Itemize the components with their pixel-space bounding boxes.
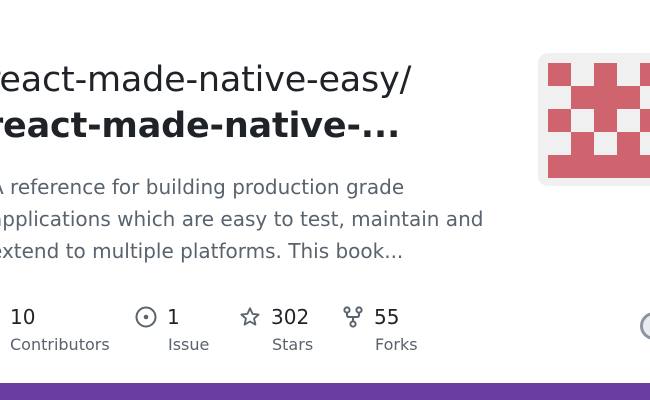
issues-count: 1 [167, 305, 180, 329]
repo-description-line: applications which are easy to test, mai… [0, 207, 484, 231]
forks-label: Forks [375, 335, 418, 354]
repo-owner[interactable]: react-made-native-easy/ [0, 60, 411, 100]
issues-stat[interactable]: 1 Issue [135, 303, 209, 354]
stars-label: Stars [272, 335, 314, 354]
stars-stat[interactable]: 302 Stars [239, 303, 313, 354]
issue-icon [135, 306, 157, 328]
forks-count: 55 [374, 305, 400, 329]
star-icon [239, 306, 261, 328]
contributors-stat[interactable]: 10 Contributors [0, 303, 110, 354]
repo-description-line: extend to multiple platforms. This book.… [0, 239, 404, 263]
stars-count: 302 [271, 305, 310, 329]
fork-icon [342, 306, 364, 328]
contributors-label: Contributors [10, 335, 110, 354]
contributors-count: 10 [10, 305, 36, 329]
repo-name[interactable]: react-made-native-... [0, 106, 400, 146]
repo-description-line: A reference for building production grad… [0, 175, 405, 199]
avatar[interactable] [640, 312, 650, 340]
language-bar [0, 383, 650, 400]
repo-identicon [538, 53, 650, 186]
issues-label: Issue [168, 335, 210, 354]
forks-stat[interactable]: 55 Forks [342, 303, 418, 354]
